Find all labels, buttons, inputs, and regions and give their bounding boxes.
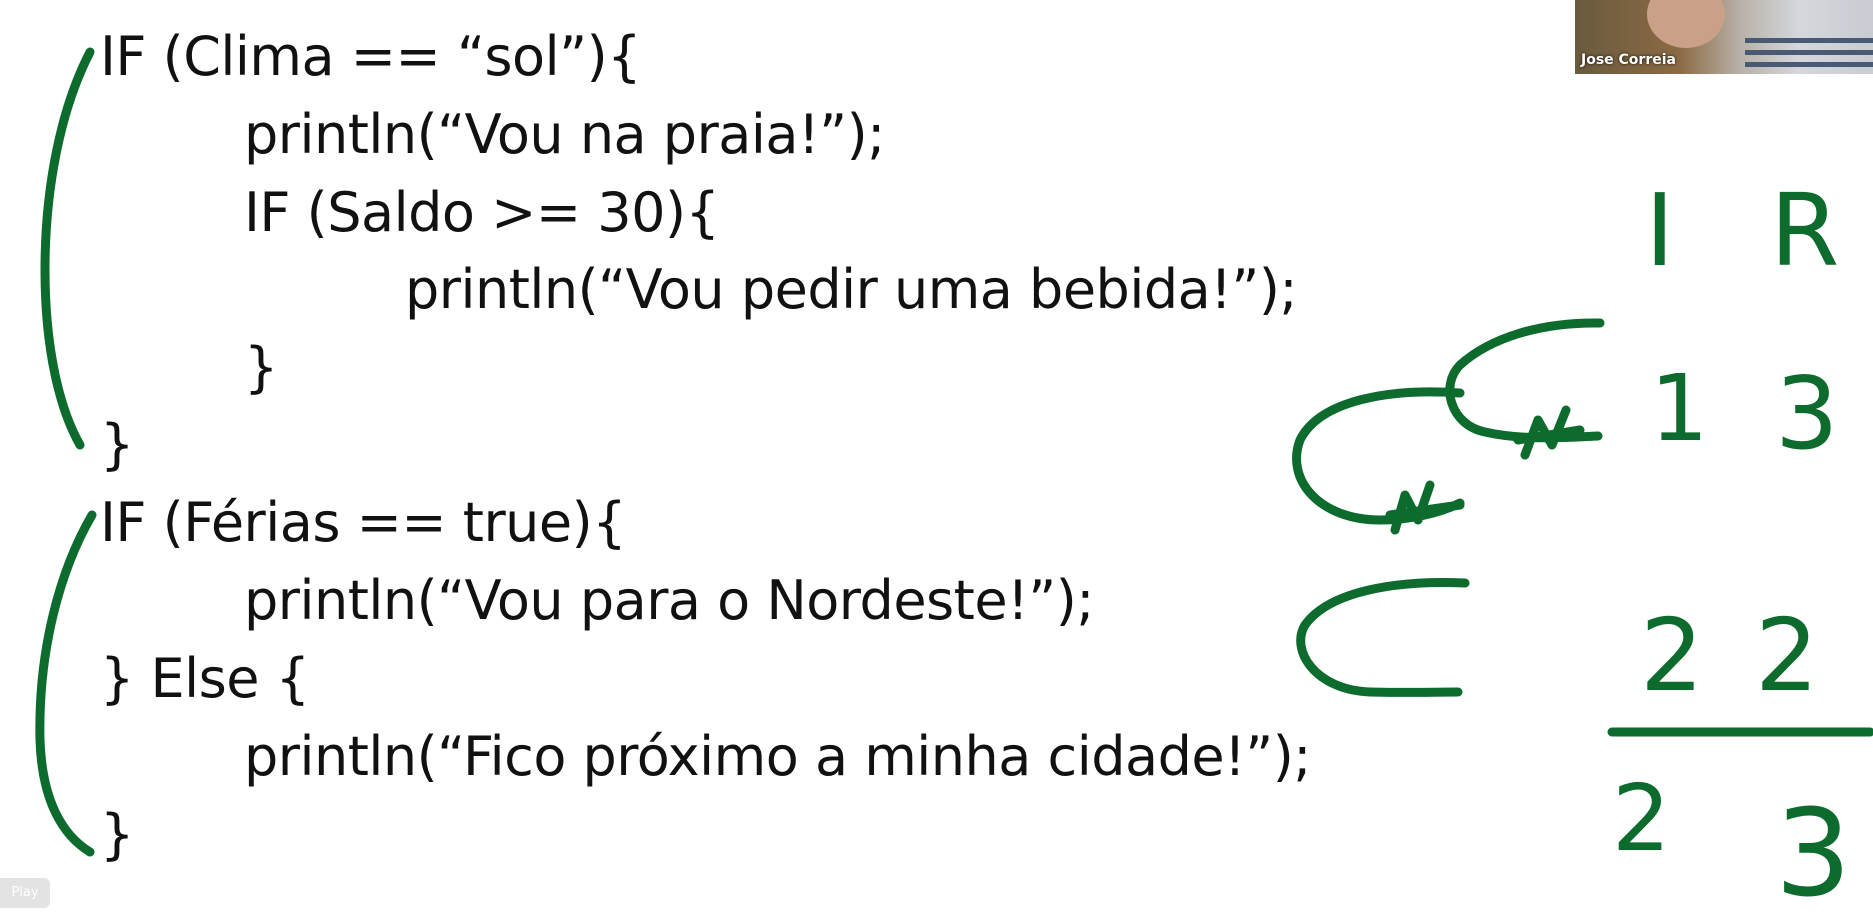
participant-video-tile[interactable]: Jose Correia bbox=[1575, 0, 1873, 74]
participant-name-label: Jose Correia bbox=[1581, 52, 1676, 68]
ink-bracket-lower bbox=[35, 510, 97, 857]
presentation-slide: IF (Clima == “sol”){ println(“Vou na pra… bbox=[0, 0, 1873, 912]
ink-arrow-upper bbox=[1445, 318, 1605, 443]
ink-annotations: I R 1 3 2 2 2 3 bbox=[35, 47, 1873, 912]
ink-row3-i: 2 bbox=[1612, 765, 1671, 872]
ink-row1-i: 1 bbox=[1650, 355, 1709, 462]
ink-row3-r: 3 bbox=[1775, 785, 1851, 912]
ink-row1-r: 3 bbox=[1775, 355, 1839, 472]
ink-row2-r: 2 bbox=[1755, 597, 1819, 714]
ink-n-mark-upper bbox=[1513, 405, 1585, 460]
ink-bracket-right bbox=[1296, 578, 1470, 697]
ink-bracket-upper bbox=[40, 47, 95, 450]
ink-n-mark-middle bbox=[1385, 480, 1465, 535]
play-button[interactable]: Play bbox=[0, 878, 50, 908]
ink-row2-i: 2 bbox=[1640, 597, 1704, 714]
shirt-stripe bbox=[1745, 38, 1873, 43]
shirt-stripe bbox=[1745, 62, 1873, 67]
ink-arrow-middle bbox=[1292, 387, 1465, 525]
participant-face bbox=[1647, 0, 1725, 48]
ink-header-r: R bbox=[1770, 172, 1839, 289]
ink-header-i: I bbox=[1645, 172, 1675, 289]
shirt-stripe bbox=[1745, 50, 1873, 55]
